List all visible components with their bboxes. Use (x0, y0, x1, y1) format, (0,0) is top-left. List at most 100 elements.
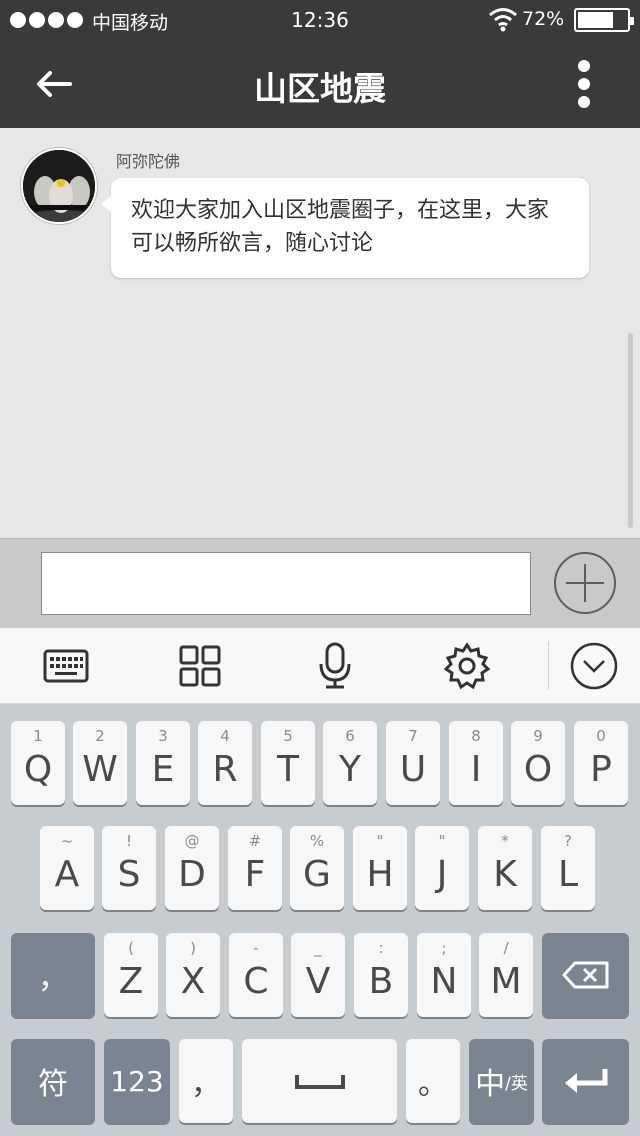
key-hint: " (376, 832, 384, 850)
key-k[interactable]: * K (478, 826, 532, 910)
key-hint: 4 (220, 727, 230, 745)
key-z[interactable]: (Z (104, 933, 158, 1017)
key-hint: ; (441, 939, 447, 957)
symbols-key[interactable]: 符 (11, 1039, 95, 1123)
battery-percent: 72% (522, 8, 565, 30)
key-i[interactable]: 8I (449, 721, 503, 805)
scrollbar[interactable] (628, 333, 633, 528)
key-b[interactable]: :B (354, 933, 408, 1017)
key-v[interactable]: _ V (291, 933, 345, 1017)
key-t[interactable]: 5T (261, 721, 315, 805)
key-hint: ) (190, 939, 196, 957)
key-hint: 2 (95, 727, 105, 745)
key-hint: ~ (60, 832, 74, 850)
key-l[interactable]: ? L (541, 826, 595, 910)
more-vertical-icon (578, 60, 590, 72)
key-s[interactable]: ! S (102, 826, 156, 910)
key-label: E (151, 749, 175, 790)
key-h[interactable]: " H (353, 826, 407, 910)
punctuation-key[interactable]: ， (11, 933, 95, 1017)
chat-area[interactable]: 阿弥陀佛 欢迎大家加入山区地震圈子，在这里，大家可以畅所欲言，随心讨论 (0, 128, 640, 538)
key-hint: 9 (533, 727, 543, 745)
key-r[interactable]: 4R (198, 721, 252, 805)
composer-bar (0, 538, 640, 628)
key-hint: - (253, 939, 259, 957)
space-key[interactable] (242, 1039, 397, 1123)
battery-level-fill (578, 12, 613, 28)
message-sender: 阿弥陀佛 (116, 152, 181, 171)
key-n[interactable]: ; N (417, 933, 471, 1017)
language-switch-key[interactable]: 中/英 (469, 1039, 534, 1123)
key-a[interactable]: ~ A (40, 826, 94, 910)
apps-button[interactable] (174, 642, 226, 690)
key-w[interactable]: 2W (73, 721, 127, 805)
hide-keyboard-button[interactable] (568, 642, 620, 690)
key-u[interactable]: 7U (386, 721, 440, 805)
key-label: H (366, 854, 394, 895)
message-bubble[interactable]: 欢迎大家加入山区地震圈子，在这里，大家可以畅所欲言，随心讨论 (101, 178, 589, 278)
key-hint: 6 (345, 727, 355, 745)
key-hint: 0 (596, 727, 606, 745)
key-f[interactable]: # F (228, 826, 282, 910)
key-q[interactable]: 1Q (11, 721, 65, 805)
key-m[interactable]: / M (479, 933, 533, 1017)
key-hint: ? (564, 832, 572, 850)
key-label: 符 (38, 1067, 68, 1102)
numbers-key[interactable]: 123 (104, 1039, 170, 1123)
key-j[interactable]: " J (415, 826, 469, 910)
key-label: A (54, 854, 80, 895)
enter-icon (564, 1069, 607, 1093)
grid-icon (179, 645, 221, 687)
more-options-button[interactable] (568, 56, 600, 112)
key-label: T (277, 749, 299, 790)
key-label: S (117, 854, 141, 895)
comma-key[interactable]: ， (179, 1039, 233, 1123)
key-label: ， (38, 961, 68, 996)
key-label: Y (339, 749, 361, 790)
key-label: ， (191, 1067, 221, 1102)
keyboard-switch-button[interactable] (40, 642, 92, 690)
key-label: Z (118, 961, 144, 1002)
gear-icon (443, 642, 491, 690)
key-g[interactable]: % G (290, 826, 344, 910)
battery-icon (574, 8, 634, 32)
key-hint: ! (125, 832, 132, 850)
wifi-icon (489, 8, 517, 32)
chevron-down-icon (570, 642, 618, 690)
key-label: B (368, 961, 394, 1002)
keyboard: 1Q 2W 3E 4R 5T 6Y 7U 8I 9O 0P ~ A ! S @ D #… (0, 704, 640, 1136)
key-x[interactable]: ) X (166, 933, 220, 1017)
key-hint: 7 (408, 727, 418, 745)
key-label: D (178, 854, 206, 895)
key-o[interactable]: 9O (511, 721, 565, 805)
key-c[interactable]: -C (229, 933, 283, 1017)
key-hint: / (503, 939, 509, 957)
message-input[interactable] (41, 552, 531, 615)
key-e[interactable]: 3E (136, 721, 190, 805)
key-y[interactable]: 6Y (323, 721, 377, 805)
key-sublabel: /英 (505, 1073, 528, 1094)
key-hint: 3 (158, 727, 168, 745)
key-label: V (305, 961, 331, 1002)
enter-key[interactable] (542, 1039, 629, 1123)
key-label: L (557, 854, 579, 895)
backspace-key[interactable] (542, 933, 629, 1017)
key-hint: % (309, 832, 325, 850)
key-hint: _ (314, 939, 322, 957)
keyboard-settings-button[interactable] (441, 642, 493, 690)
key-label: O (523, 749, 553, 790)
key-label: R (212, 749, 238, 790)
key-label: 123 (110, 1064, 164, 1098)
key-label: 。 (418, 1067, 448, 1102)
key-d[interactable]: @ D (165, 826, 219, 910)
avatar[interactable] (21, 148, 97, 224)
key-hint: : (378, 939, 384, 957)
add-attachment-button[interactable] (554, 552, 616, 614)
keyboard-icon (43, 649, 89, 683)
backspace-icon (562, 961, 608, 989)
period-key[interactable]: 。 (406, 1039, 460, 1123)
key-label: G (303, 854, 331, 895)
voice-input-button[interactable] (309, 642, 361, 690)
key-p[interactable]: 0P (574, 721, 628, 805)
avatar-image (23, 150, 95, 222)
